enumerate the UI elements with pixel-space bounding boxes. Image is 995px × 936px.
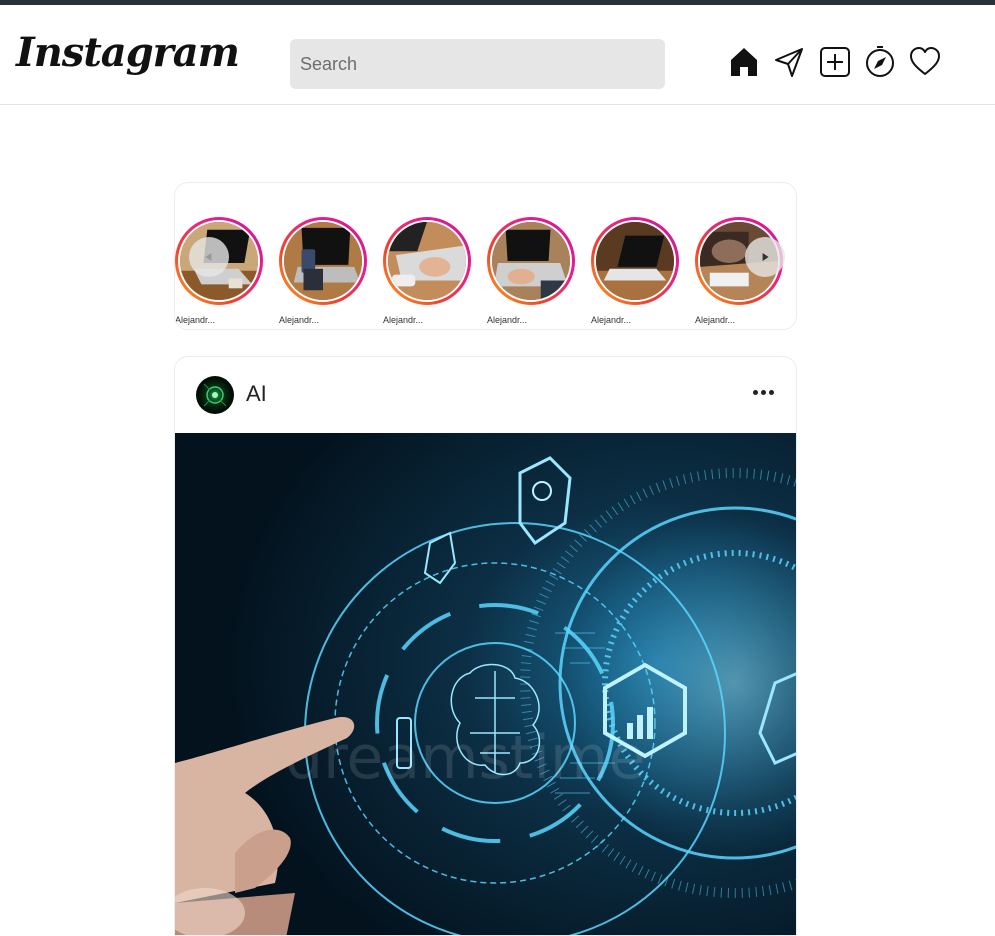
story-item[interactable]: Alejandr... (279, 217, 367, 325)
story-username: Alejandr... (383, 315, 424, 325)
story-item[interactable]: Alejandr... (591, 217, 679, 325)
post-image[interactable]: dreamstime (175, 433, 796, 935)
instagram-logo[interactable]: Instagram (16, 29, 240, 76)
header: Instagram (0, 5, 995, 105)
story-username: Alejandr... (175, 315, 216, 325)
story-ring (279, 217, 367, 305)
explore-icon[interactable] (863, 45, 897, 79)
heart-icon[interactable] (908, 45, 942, 79)
add-post-icon[interactable] (818, 45, 852, 79)
more-horizontal-icon[interactable] (753, 381, 779, 401)
search-input[interactable] (290, 39, 665, 89)
story-thumbnail (490, 220, 572, 302)
story-thumbnail (282, 220, 364, 302)
post-card: AI dreamstime (174, 356, 797, 936)
story-username: Alejandr... (695, 315, 736, 325)
story-username: Alejandr... (279, 315, 320, 325)
stories-next-button[interactable] (745, 237, 785, 277)
story-item[interactable]: Alejandr... (383, 217, 471, 325)
post-avatar[interactable] (196, 376, 234, 414)
story-ring (383, 217, 471, 305)
story-thumbnail (386, 220, 468, 302)
story-ring (487, 217, 575, 305)
stories-tray: Alejandr... Alejandr... Alejandr... Alej… (174, 182, 797, 330)
story-item[interactable]: Alejandr... (487, 217, 575, 325)
story-username: Alejandr... (591, 315, 632, 325)
story-ring (591, 217, 679, 305)
send-icon[interactable] (772, 45, 806, 79)
home-icon[interactable] (727, 45, 761, 79)
story-thumbnail (594, 220, 676, 302)
stories-prev-button[interactable] (189, 237, 229, 277)
story-username: Alejandr... (487, 315, 528, 325)
post-username[interactable]: AI (246, 381, 267, 407)
